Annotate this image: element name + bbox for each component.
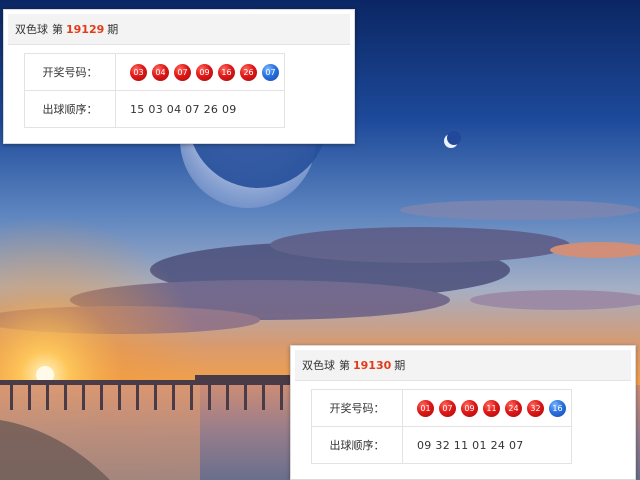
- table-row: 出球顺序： 15 03 04 07 26 09: [24, 90, 285, 128]
- blue-ball: 07: [262, 63, 279, 81]
- table-row: 开奖号码： 03 04 07 09 16 26 07: [24, 53, 285, 91]
- draw-order-value: 09 32 11 01 24 07: [402, 426, 572, 464]
- draw-order-value: 15 03 04 07 26 09: [115, 90, 285, 128]
- red-ball: 03: [130, 63, 147, 81]
- card-header: 双色球 第 19130 期: [295, 350, 631, 381]
- red-ball: 01: [417, 399, 434, 417]
- lottery-result-card: 双色球 第 19130 期 开奖号码： 01 07 09 11 24 32 16 出球顺序：…: [290, 345, 636, 480]
- issue-prefix: 第: [339, 359, 350, 372]
- result-table: 开奖号码： 03 04 07 09 16 26 07 出球顺序： 15 03 04 07 2…: [24, 53, 285, 128]
- draw-numbers: 03 04 07 09 16 26 07: [115, 53, 285, 91]
- issue-number: 19129: [66, 22, 105, 36]
- red-ball: 24: [505, 399, 522, 417]
- draw-order-label: 出球顺序：: [311, 426, 403, 464]
- result-table: 开奖号码： 01 07 09 11 24 32 16 出球顺序： 09 32 11 01 2…: [311, 389, 572, 464]
- table-row: 出球顺序： 09 32 11 01 24 07: [311, 426, 572, 464]
- issue-prefix: 第: [52, 23, 63, 36]
- table-row: 开奖号码： 01 07 09 11 24 32 16: [311, 389, 572, 427]
- red-ball: 09: [461, 399, 478, 417]
- issue-suffix: 期: [107, 23, 119, 36]
- draw-order-label: 出球顺序：: [24, 90, 116, 128]
- lottery-name: 双色球: [15, 23, 48, 36]
- red-ball: 04: [152, 63, 169, 81]
- blue-ball: 16: [549, 399, 566, 417]
- red-ball: 07: [439, 399, 456, 417]
- issue-number: 19130: [353, 358, 392, 372]
- card-header: 双色球 第 19129 期: [8, 14, 350, 45]
- lottery-name: 双色球: [302, 359, 335, 372]
- red-ball: 07: [174, 63, 191, 81]
- draw-numbers-label: 开奖号码：: [311, 389, 403, 427]
- issue-suffix: 期: [394, 359, 406, 372]
- lottery-result-card: 双色球 第 19129 期 开奖号码： 03 04 07 09 16 26 07 出球顺序：…: [3, 9, 355, 144]
- draw-numbers-label: 开奖号码：: [24, 53, 116, 91]
- red-ball: 11: [483, 399, 500, 417]
- red-ball: 32: [527, 399, 544, 417]
- red-ball: 16: [218, 63, 235, 81]
- red-ball: 09: [196, 63, 213, 81]
- red-ball: 26: [240, 63, 257, 81]
- draw-numbers: 01 07 09 11 24 32 16: [402, 389, 572, 427]
